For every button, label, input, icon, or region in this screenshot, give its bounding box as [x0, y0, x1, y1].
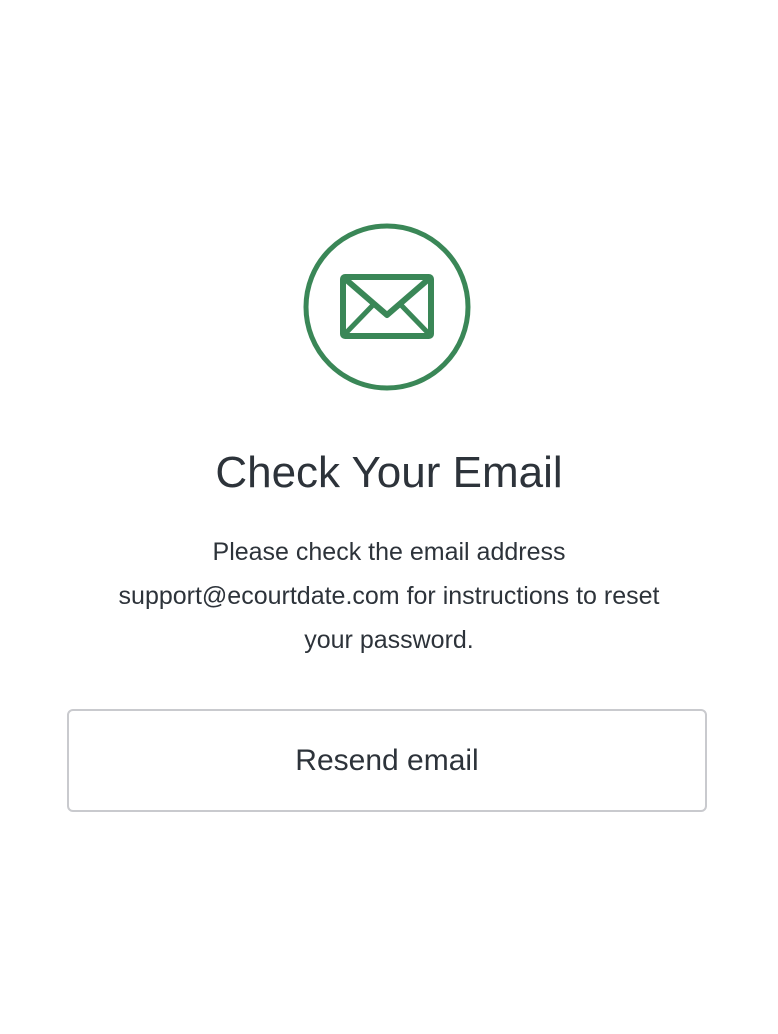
- instructions-text: Please check the email address support@e…: [60, 530, 718, 662]
- page-title: Check Your Email: [215, 448, 563, 497]
- envelope-icon: [303, 223, 471, 391]
- check-email-page: Check Your Email Please check the email …: [0, 0, 778, 1034]
- instructions-line-2: support@ecourtdate.com for instructions …: [118, 582, 660, 610]
- resend-email-button[interactable]: Resend email: [67, 709, 707, 812]
- instructions-line-3: your password.: [304, 626, 474, 654]
- instructions-line-1: Please check the email address: [212, 538, 566, 566]
